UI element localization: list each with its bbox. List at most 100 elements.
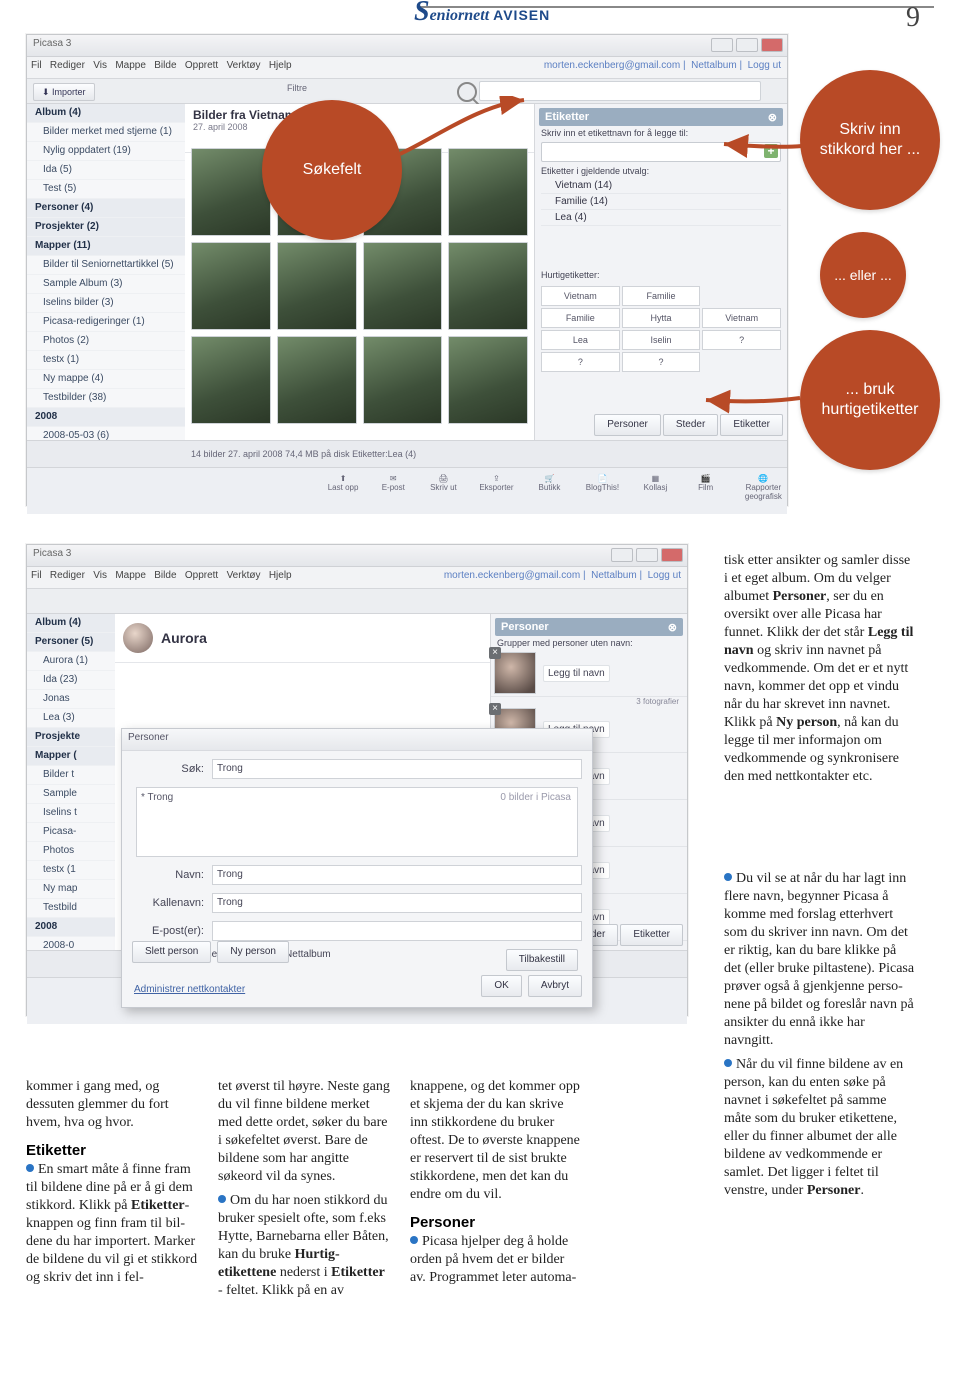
- menu-item[interactable]: Verktøy: [227, 60, 261, 71]
- search-input[interactable]: [479, 81, 761, 101]
- sidebar-item[interactable]: Mapper (: [27, 747, 115, 766]
- tag-item[interactable]: Vietnam (14): [541, 178, 781, 194]
- minimize-button[interactable]: [611, 548, 633, 562]
- quick-tag[interactable]: Familie: [622, 286, 701, 306]
- add-name-field[interactable]: Legg til navn: [543, 665, 610, 682]
- menu-item[interactable]: Vis: [93, 570, 107, 581]
- action-email[interactable]: ✉E-post: [377, 474, 409, 501]
- sidebar-item[interactable]: Sample Album (3): [27, 275, 185, 294]
- sidebar-item[interactable]: Iselins bilder (3): [27, 294, 185, 313]
- thumbnail[interactable]: [448, 336, 528, 424]
- sidebar-item[interactable]: testx (1: [27, 861, 115, 880]
- action-blog[interactable]: 📄BlogThis!: [584, 474, 622, 501]
- quick-tag[interactable]: ?: [541, 352, 620, 372]
- thumbnail[interactable]: [191, 148, 271, 236]
- sidebar-item[interactable]: Lea (3): [27, 709, 115, 728]
- import-button[interactable]: ⬇ Importer: [33, 83, 95, 101]
- tag-item[interactable]: Lea (4): [541, 210, 781, 226]
- sidebar-item[interactable]: testx (1): [27, 351, 185, 370]
- panel-tab-tags[interactable]: Etiketter: [720, 414, 783, 436]
- menu-item[interactable]: Verktøy: [227, 570, 261, 581]
- quick-tag[interactable]: Iselin: [622, 330, 701, 350]
- cancel-button[interactable]: Avbryt: [528, 975, 582, 997]
- netalbum-link[interactable]: Nettalbum: [591, 570, 637, 581]
- sidebar-item[interactable]: Test (5): [27, 180, 185, 199]
- new-person-button[interactable]: Ny person: [217, 941, 289, 963]
- quick-tag[interactable]: Familie: [541, 308, 620, 328]
- sidebar-item[interactable]: Jonas: [27, 690, 115, 709]
- quick-tag[interactable]: ?: [702, 330, 781, 350]
- delete-person-button[interactable]: Slett person: [132, 941, 211, 963]
- panel-tab-people[interactable]: Personer: [594, 414, 661, 436]
- sidebar-item[interactable]: Ny map: [27, 880, 115, 899]
- sidebar-item[interactable]: Nylig oppdatert (19): [27, 142, 185, 161]
- menu-item[interactable]: Vis: [93, 60, 107, 71]
- sidebar-item[interactable]: Album (4): [27, 104, 185, 123]
- sidebar-item[interactable]: Picasa-: [27, 823, 115, 842]
- sidebar-item[interactable]: Bilder merket med stjerne (1): [27, 123, 185, 142]
- sidebar-item[interactable]: 2008-0: [27, 937, 115, 950]
- face-thumb[interactable]: ×: [494, 652, 536, 694]
- admin-contacts-link[interactable]: Administrer nettkontakter: [134, 984, 245, 995]
- netalbum-link[interactable]: Nettalbum: [691, 60, 737, 71]
- quick-tag[interactable]: Hytta: [622, 308, 701, 328]
- result-item[interactable]: * Trong: [141, 792, 173, 803]
- sidebar-item[interactable]: Picasa-redigeringer (1): [27, 313, 185, 332]
- reset-button[interactable]: Tilbakestill: [506, 949, 578, 971]
- thumbnail[interactable]: [448, 148, 528, 236]
- quick-tag[interactable]: ?: [622, 352, 701, 372]
- menu-item[interactable]: Fil: [31, 570, 42, 581]
- sidebar-item[interactable]: Prosjekter (2): [27, 218, 185, 237]
- sidebar-item[interactable]: Ida (23): [27, 671, 115, 690]
- sidebar-item[interactable]: Testbild: [27, 899, 115, 918]
- action-collage[interactable]: ▦Kollasj: [639, 474, 671, 501]
- sidebar-item[interactable]: Album (4): [27, 614, 115, 633]
- tag-item[interactable]: Familie (14): [541, 194, 781, 210]
- action-upload[interactable]: ⬆Last opp: [327, 474, 359, 501]
- sidebar-item[interactable]: Personer (4): [27, 199, 185, 218]
- thumbnail[interactable]: [191, 242, 271, 330]
- logout-link[interactable]: Logg ut: [748, 60, 781, 71]
- menu-item[interactable]: Bilde: [154, 570, 176, 581]
- close-button[interactable]: [761, 38, 783, 52]
- action-print[interactable]: 🖨Skriv ut: [427, 474, 459, 501]
- minimize-button[interactable]: [711, 38, 733, 52]
- action-geo[interactable]: 🌐Rapporter geografisk: [740, 474, 787, 501]
- thumbnail[interactable]: [448, 242, 528, 330]
- name-field[interactable]: Trong: [212, 865, 582, 885]
- action-movie[interactable]: 🎬Film: [690, 474, 722, 501]
- menu-item[interactable]: Fil: [31, 60, 42, 71]
- sidebar-item[interactable]: Photos (2): [27, 332, 185, 351]
- sidebar-item[interactable]: Ny mappe (4): [27, 370, 185, 389]
- thumbnail[interactable]: [363, 242, 443, 330]
- sidebar-item[interactable]: Aurora (1): [27, 652, 115, 671]
- menu-item[interactable]: Rediger: [50, 570, 85, 581]
- sidebar-item[interactable]: 2008: [27, 408, 185, 427]
- thumbnail[interactable]: [363, 336, 443, 424]
- thumbnail[interactable]: [191, 336, 271, 424]
- remove-icon[interactable]: ×: [489, 703, 501, 715]
- action-export[interactable]: ⇪Eksporter: [478, 474, 516, 501]
- result-list[interactable]: * Trong 0 bilder i Picasa: [136, 787, 578, 857]
- search-field[interactable]: Trong: [212, 759, 582, 779]
- nickname-field[interactable]: Trong: [212, 893, 582, 913]
- sidebar-item[interactable]: Mapper (11): [27, 237, 185, 256]
- email-field[interactable]: [212, 921, 582, 941]
- menu-item[interactable]: Rediger: [50, 60, 85, 71]
- maximize-button[interactable]: [636, 548, 658, 562]
- quick-tag[interactable]: Vietnam: [702, 308, 781, 328]
- close-button[interactable]: [661, 548, 683, 562]
- quick-tag[interactable]: Vietnam: [541, 286, 620, 306]
- ok-button[interactable]: OK: [481, 975, 521, 997]
- sidebar-item[interactable]: 2008-05-03 (6): [27, 427, 185, 440]
- panel-tab-tags[interactable]: Etiketter: [620, 924, 683, 946]
- sidebar-item[interactable]: Sample: [27, 785, 115, 804]
- logout-link[interactable]: Logg ut: [648, 570, 681, 581]
- maximize-button[interactable]: [736, 38, 758, 52]
- sidebar-item[interactable]: Testbilder (38): [27, 389, 185, 408]
- panel-tab-places[interactable]: Steder: [663, 414, 718, 436]
- sidebar-item[interactable]: Bilder t: [27, 766, 115, 785]
- remove-icon[interactable]: ×: [489, 647, 501, 659]
- menu-item[interactable]: Hjelp: [269, 570, 292, 581]
- sidebar-item[interactable]: Personer (5): [27, 633, 115, 652]
